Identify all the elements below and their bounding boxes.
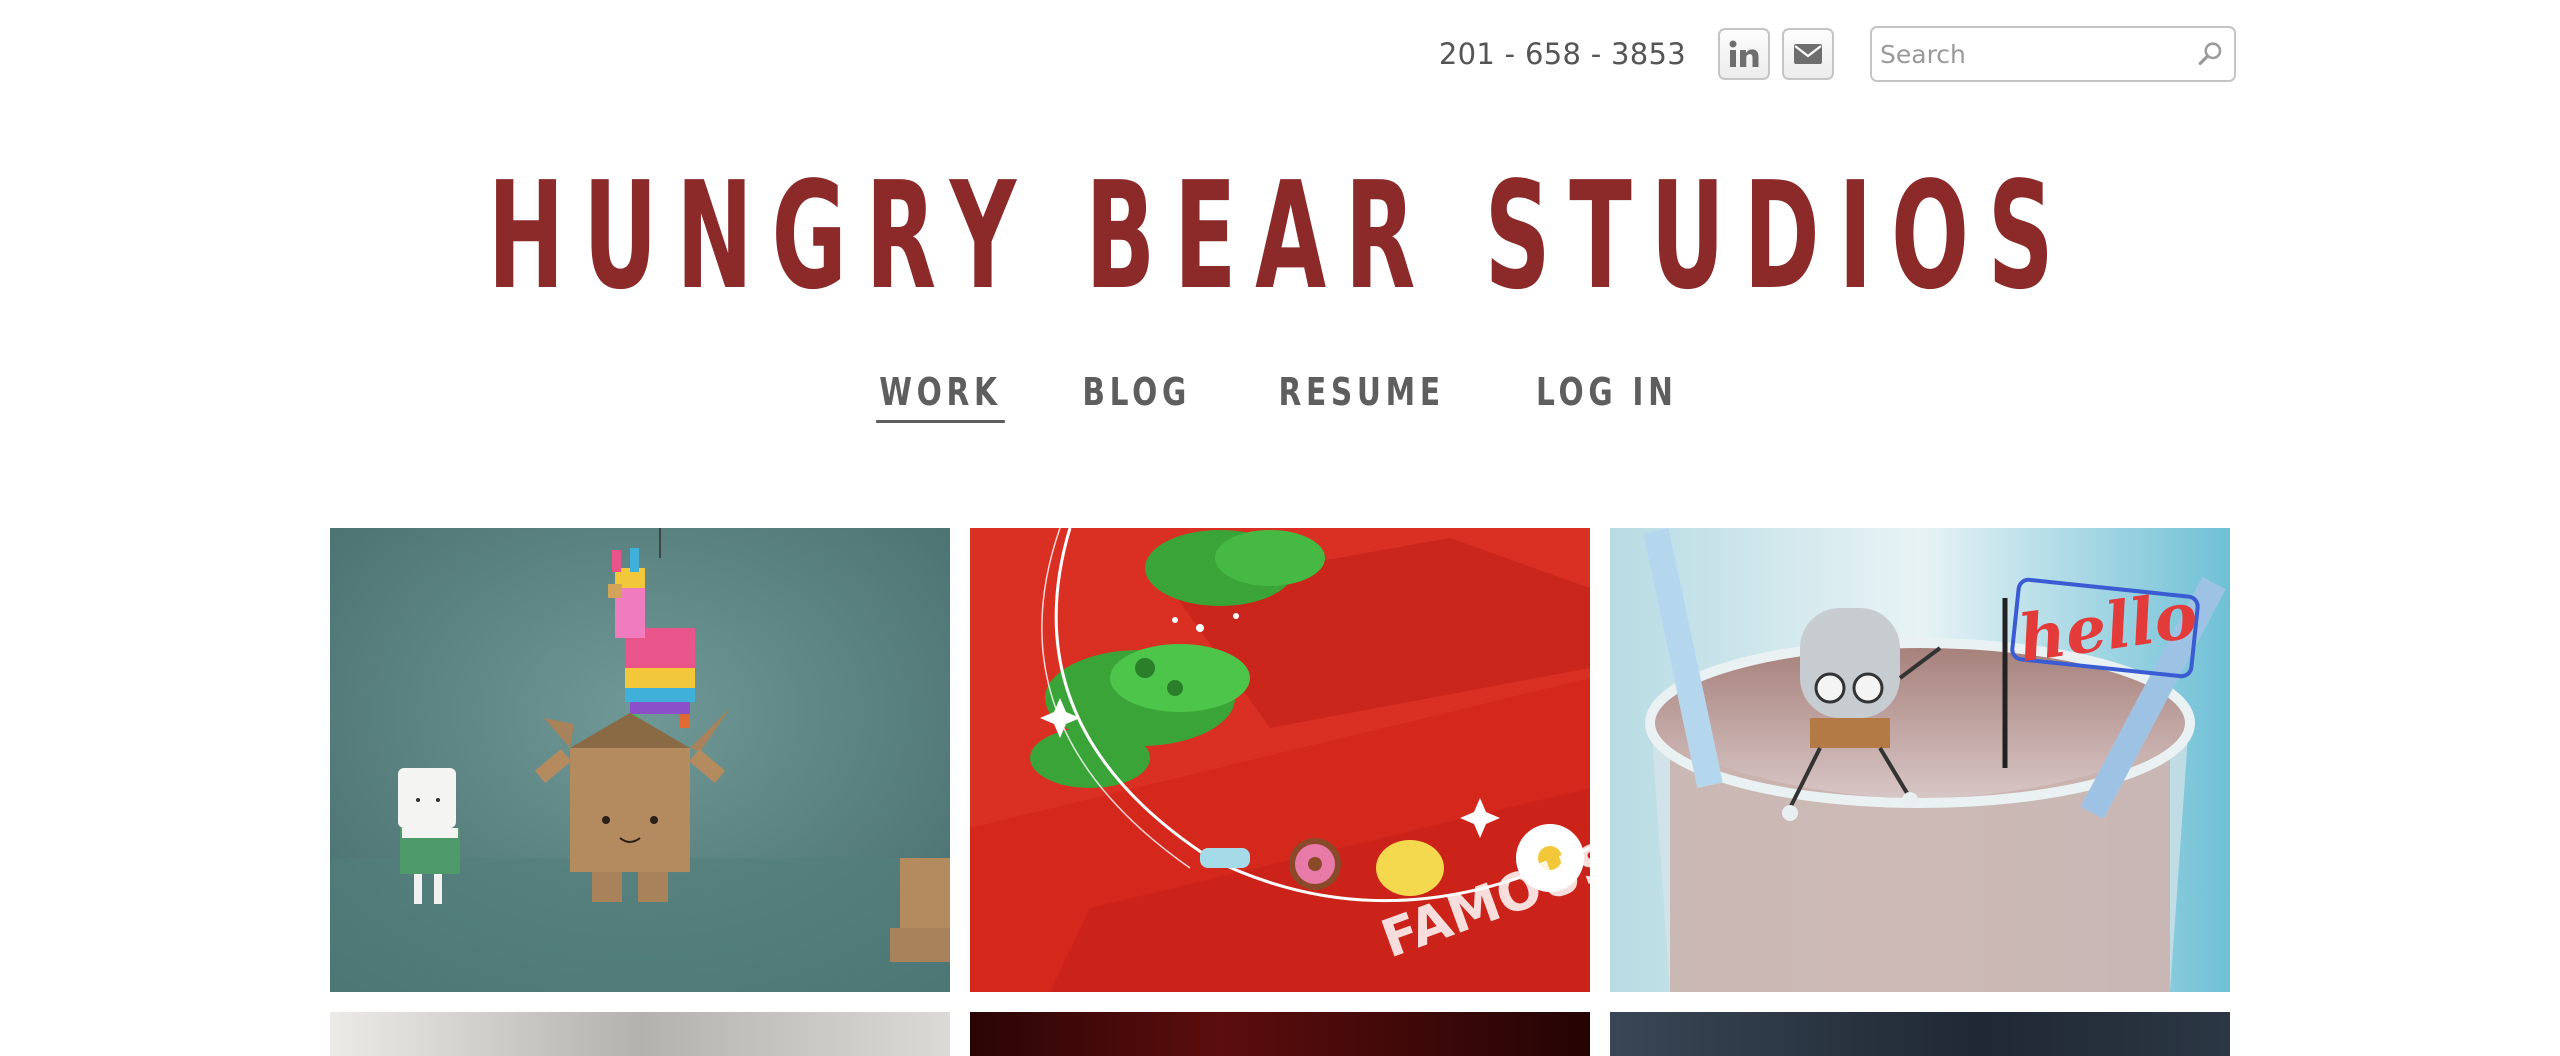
nav-item-login[interactable]: LOG IN <box>1533 370 1681 423</box>
email-button[interactable] <box>1782 28 1834 80</box>
portfolio-gallery: FAMOUS hello <box>330 528 2230 1056</box>
tile-5-image <box>970 1012 1590 1056</box>
page: 201 - 658 - 3853 HUNGRY BEAR STUDIOS <box>0 0 2560 1056</box>
tile-4-image <box>330 1012 950 1056</box>
search-box <box>1870 26 2236 82</box>
gallery-tile-box-pinata[interactable] <box>330 528 950 992</box>
gallery-tile-crocs[interactable]: FAMOUS <box>970 528 1590 992</box>
gallery-tile-6[interactable] <box>1610 1012 2230 1056</box>
main-nav: WORK BLOG RESUME LOG IN <box>0 370 2560 423</box>
search-input[interactable] <box>1880 39 2197 69</box>
robot-milkshake-image: hello <box>1610 528 2230 992</box>
crocs-image: FAMOUS <box>970 528 1590 992</box>
tile-6-image <box>1610 1012 2230 1056</box>
nav-item-work[interactable]: WORK <box>876 370 1006 423</box>
site-title[interactable]: HUNGRY BEAR STUDIOS <box>486 162 2073 310</box>
gallery-tile-4[interactable] <box>330 1012 950 1056</box>
search-icon[interactable] <box>2197 37 2224 71</box>
box-pinata-image <box>330 528 950 992</box>
phone-number: 201 - 658 - 3853 <box>1438 37 1686 71</box>
mail-icon <box>1794 44 1822 64</box>
nav-item-blog[interactable]: BLOG <box>1080 370 1195 423</box>
linkedin-button[interactable] <box>1718 28 1770 80</box>
gallery-tile-robot-milkshake[interactable]: hello <box>1610 528 2230 992</box>
nav-item-resume[interactable]: RESUME <box>1275 370 1448 423</box>
linkedin-icon <box>1729 40 1759 67</box>
gallery-tile-5[interactable] <box>970 1012 1590 1056</box>
top-utility-bar: 201 - 658 - 3853 <box>1439 26 2236 82</box>
